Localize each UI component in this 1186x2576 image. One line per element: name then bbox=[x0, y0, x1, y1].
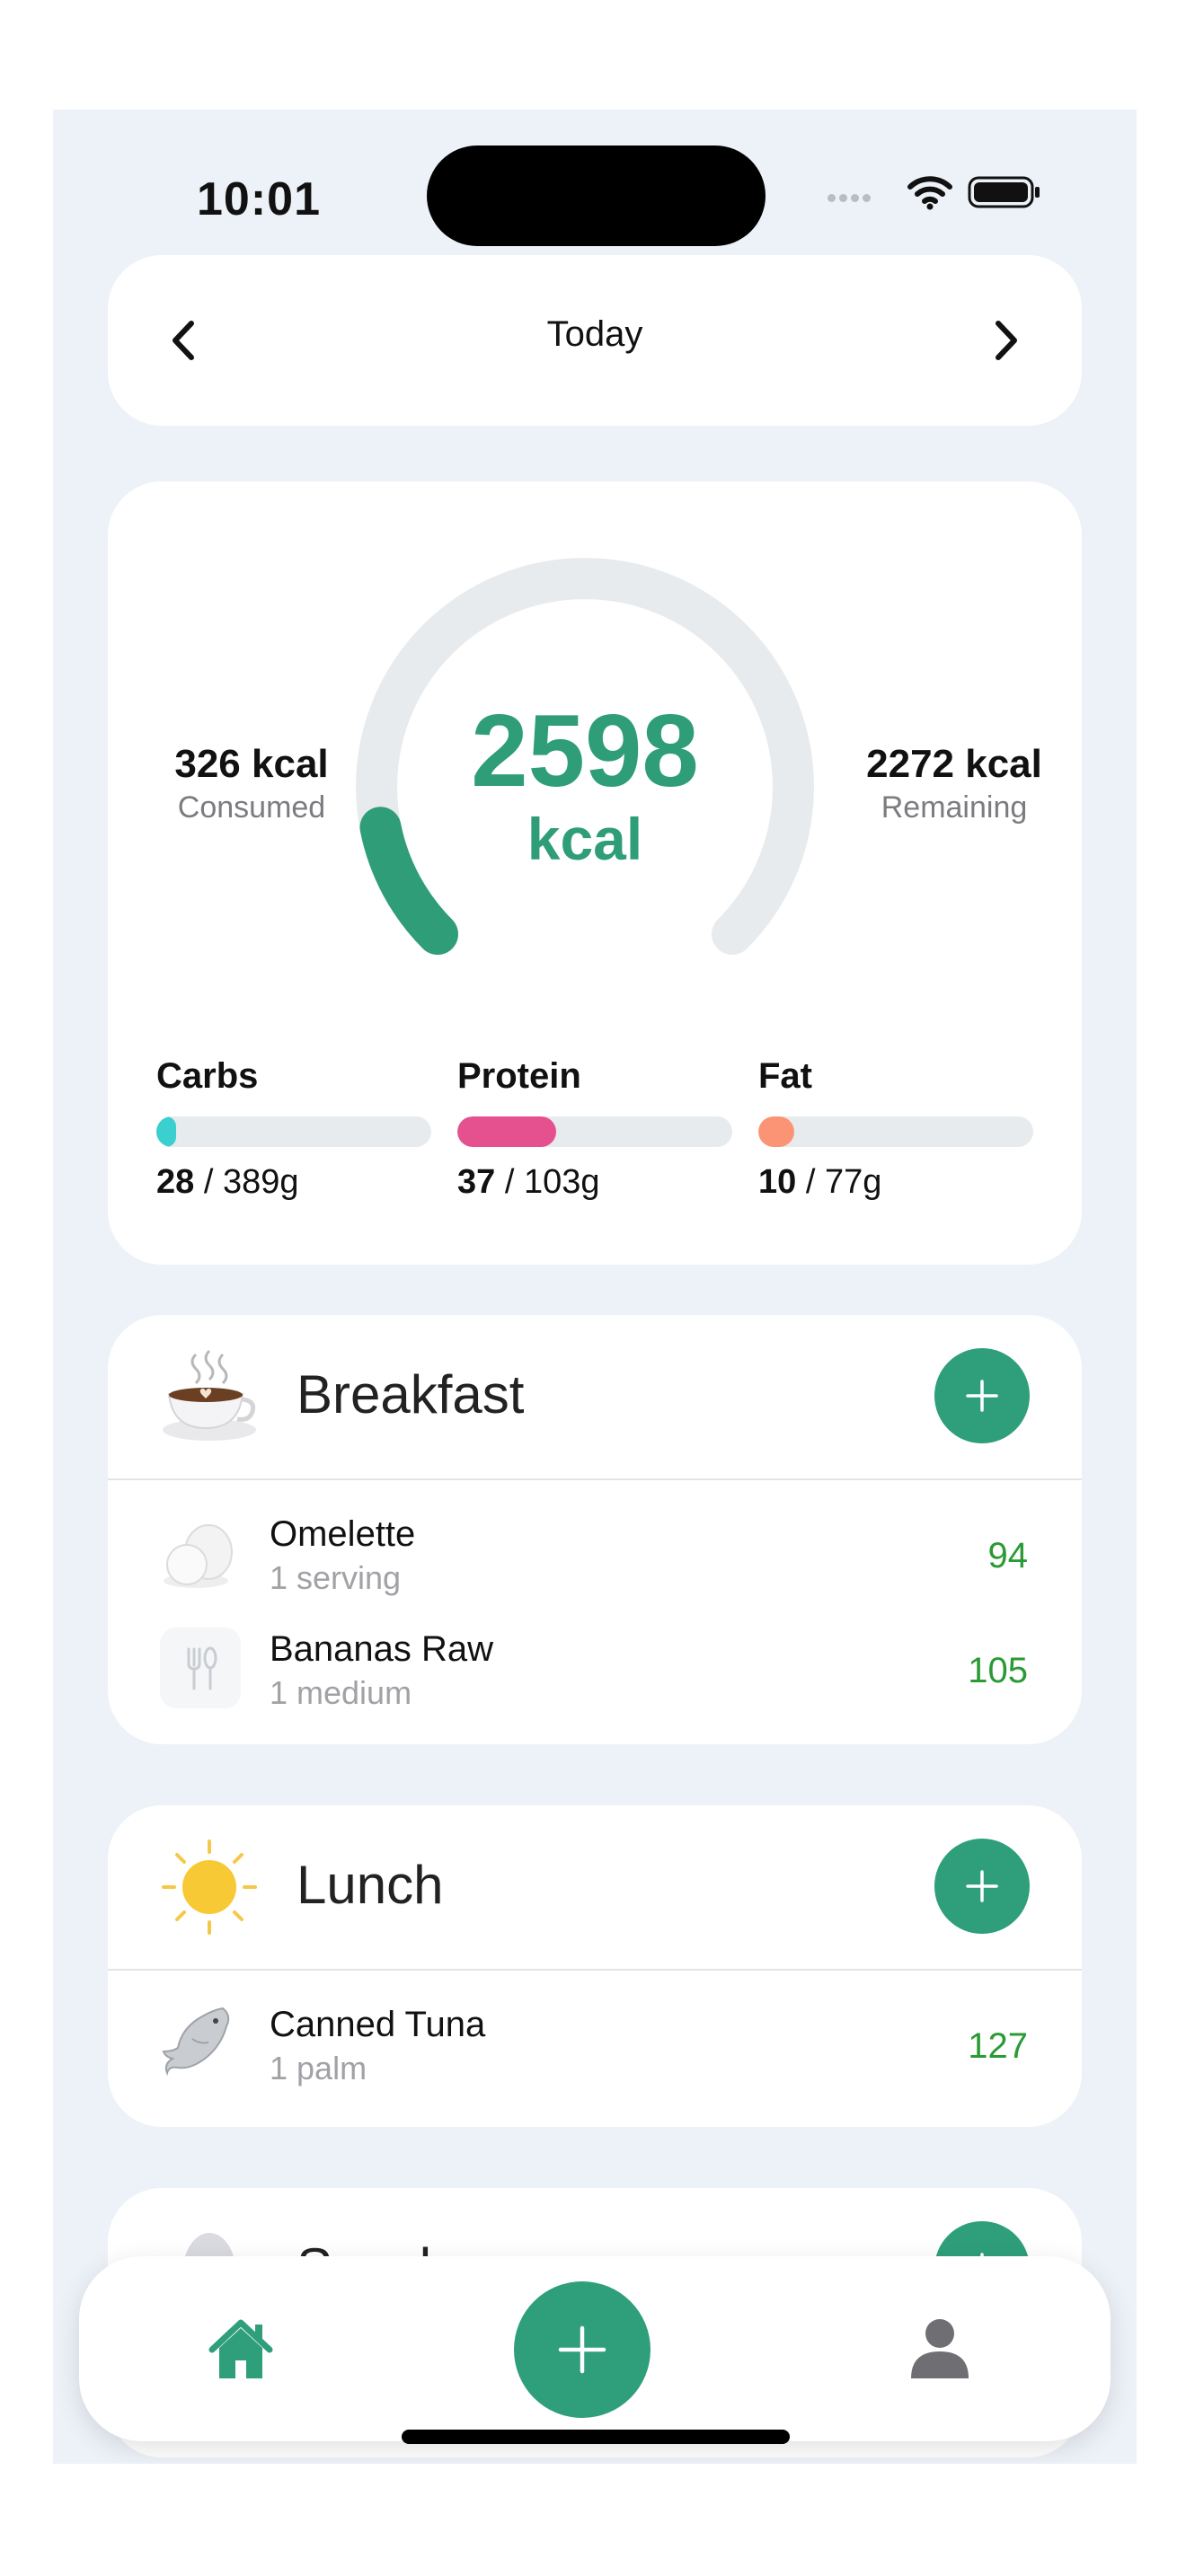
food-calories: 127 bbox=[968, 2026, 1028, 2066]
app-screen: 10:01 Today 2598 kcal 326 kcal Consumed … bbox=[53, 110, 1137, 2464]
consumed-value: 326 kcal bbox=[174, 742, 329, 786]
meal-title: Lunch bbox=[296, 1855, 444, 1915]
home-icon bbox=[208, 2319, 273, 2378]
macro-fat: Fat 10 / 77g bbox=[758, 1056, 1033, 1202]
macro-protein: Protein 37 / 103g bbox=[457, 1056, 732, 1202]
macro-progress-bar bbox=[156, 1116, 431, 1147]
tab-bar bbox=[79, 2256, 1111, 2441]
plus-icon bbox=[558, 2325, 606, 2374]
food-portion: 1 medium bbox=[270, 1674, 412, 1711]
macro-name: Fat bbox=[758, 1056, 812, 1096]
add-lunch-button[interactable] bbox=[934, 1839, 1030, 1934]
food-calories: 105 bbox=[968, 1651, 1028, 1690]
food-name: Bananas Raw bbox=[270, 1629, 494, 1669]
food-portion: 1 palm bbox=[270, 2050, 367, 2086]
date-label: Today bbox=[546, 314, 643, 354]
macro-amount: 28 / 389g bbox=[156, 1163, 431, 1202]
macro-name: Carbs bbox=[156, 1056, 259, 1096]
macro-progress-fill bbox=[758, 1116, 794, 1147]
plus-icon bbox=[966, 1380, 998, 1412]
remaining-value: 2272 kcal bbox=[866, 742, 1042, 786]
meal-card-lunch: Lunch Canned Tuna 1 palm 127 bbox=[108, 1805, 1082, 2127]
plus-icon bbox=[966, 1870, 998, 1902]
macro-target: / 389g bbox=[194, 1163, 299, 1201]
macro-target: / 103g bbox=[495, 1163, 600, 1201]
macro-target: / 77g bbox=[796, 1163, 882, 1201]
tab-add-button[interactable] bbox=[514, 2281, 651, 2418]
macro-current: 10 bbox=[758, 1163, 797, 1201]
egg-icon bbox=[164, 1524, 233, 1588]
tab-profile[interactable] bbox=[904, 2312, 976, 2384]
next-day-button[interactable] bbox=[965, 300, 1046, 381]
food-item[interactable]: Canned Tuna 1 palm 127 bbox=[108, 1987, 1082, 2102]
consumed-stat: 326 kcal Consumed bbox=[144, 742, 359, 825]
calorie-gauge: 2598 kcal bbox=[333, 549, 836, 980]
food-calories: 94 bbox=[987, 1536, 1029, 1575]
macro-carbs: Carbs 28 / 389g bbox=[156, 1056, 431, 1202]
macro-current: 28 bbox=[156, 1163, 195, 1201]
macro-amount: 37 / 103g bbox=[457, 1163, 732, 1202]
macro-progress-fill bbox=[457, 1116, 556, 1147]
macro-progress-bar bbox=[758, 1116, 1033, 1147]
person-icon bbox=[911, 2319, 969, 2378]
fish-icon bbox=[162, 2007, 230, 2077]
food-name: Canned Tuna bbox=[270, 2005, 486, 2044]
calorie-goal-unit: kcal bbox=[527, 806, 643, 872]
food-item[interactable]: Bananas Raw 1 medium 105 bbox=[108, 1611, 1082, 1726]
add-breakfast-button[interactable] bbox=[934, 1348, 1030, 1443]
battery-icon bbox=[968, 176, 1040, 208]
sun-icon bbox=[162, 1839, 257, 1935]
wifi-icon bbox=[907, 176, 952, 210]
coffee-cup-icon bbox=[163, 1349, 256, 1441]
date-navigation-card: Today bbox=[108, 255, 1082, 426]
home-indicator bbox=[402, 2430, 790, 2444]
remaining-stat: 2272 kcal Remaining bbox=[846, 742, 1062, 825]
macro-amount: 10 / 77g bbox=[758, 1163, 1033, 1202]
tab-home[interactable] bbox=[205, 2314, 277, 2386]
chevron-right-icon bbox=[996, 321, 1017, 360]
meal-header: Lunch bbox=[108, 1805, 1082, 1971]
status-time: 10:01 bbox=[197, 173, 321, 225]
remaining-label: Remaining bbox=[881, 790, 1028, 825]
food-portion: 1 serving bbox=[270, 1559, 402, 1596]
calorie-goal-value: 2598 bbox=[471, 694, 699, 808]
utensils-icon bbox=[160, 1628, 241, 1708]
meal-title: Breakfast bbox=[296, 1364, 525, 1425]
macro-progress-bar bbox=[457, 1116, 732, 1147]
status-icons bbox=[828, 174, 1097, 219]
consumed-label: Consumed bbox=[177, 790, 326, 825]
dynamic-island bbox=[427, 146, 766, 246]
macro-name: Protein bbox=[457, 1056, 581, 1096]
macro-progress-fill bbox=[156, 1116, 177, 1147]
food-name: Omelette bbox=[270, 1514, 416, 1554]
meal-card-breakfast: Breakfast Omelette 1 serving 94 Bananas … bbox=[108, 1315, 1082, 1744]
calorie-summary-card: 2598 kcal 326 kcal Consumed 2272 kcal Re… bbox=[108, 481, 1082, 1265]
meal-header: Breakfast bbox=[108, 1315, 1082, 1480]
food-item[interactable]: Omelette 1 serving 94 bbox=[108, 1496, 1082, 1611]
cellular-signal-icon bbox=[828, 190, 874, 207]
macro-current: 37 bbox=[457, 1163, 496, 1201]
